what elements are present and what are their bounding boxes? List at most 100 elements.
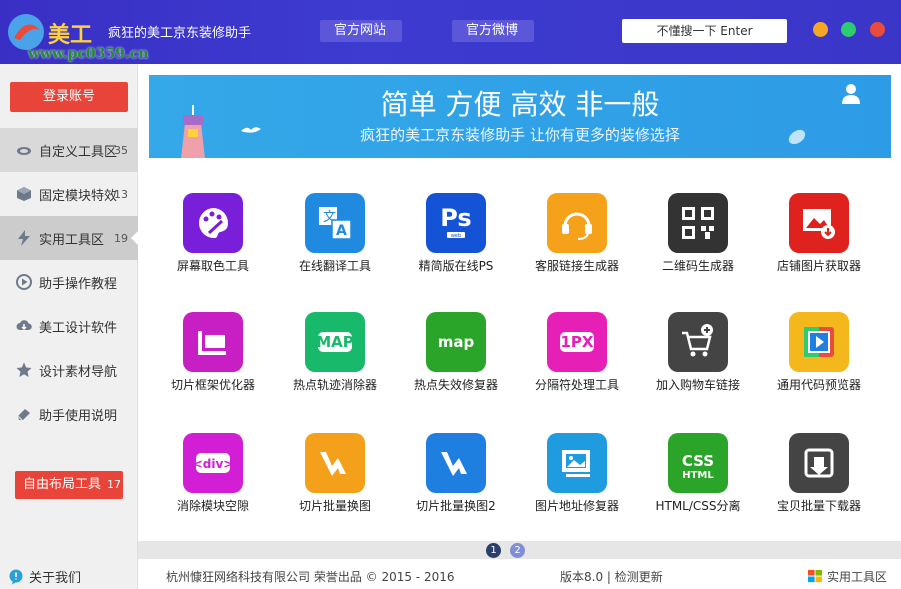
sidebar-item-custom-tools[interactable]: 自定义工具区 35 [0,128,138,172]
tool-label: 精简版在线PS [418,259,494,273]
sidebar-item-tutorial[interactable]: 助手操作教程 [0,260,138,304]
official-website-button[interactable]: 官方网站 [320,20,402,42]
tool-preview[interactable]: 通用代码预览器 [759,312,879,393]
lightning-swap-icon [305,433,365,493]
tool-cart-add[interactable]: 加入购物车链接 [638,312,758,393]
free-layout-button[interactable]: 自由布局工具 17 [15,471,123,499]
div-icon: <div> [183,433,243,493]
headset-icon [547,193,607,253]
app-title: 疯狂的美工京东装修助手 [108,26,252,41]
sidebar-item-fixed-modules[interactable]: 固定模块特效 13 [0,172,138,216]
svg-text:CSS: CSS [682,452,714,470]
sidebar-item-manual[interactable]: 助手使用说明 [0,392,138,436]
svg-text:A: A [336,223,347,239]
about-us-link[interactable]: 关于我们 [8,567,81,586]
sidebar-item-label: 自定义工具区 [39,144,118,160]
svg-text:1PX: 1PX [561,333,594,351]
translate-icon: 文A [305,193,365,253]
palette-icon [183,193,243,253]
user-icon[interactable] [841,83,861,105]
tool-label: 热点轨迹消除器 [292,378,377,392]
tool-label: 热点失效修复器 [413,378,498,392]
image-fix-icon [547,433,607,493]
free-layout-count: 17 [107,478,122,491]
tool-label: 加入购物车链接 [655,378,740,392]
tool-label: 切片批量换图 [298,499,371,513]
tool-css-html[interactable]: CSS HTML HTML/CSS分离 [638,433,758,514]
tool-lightning-swap[interactable]: 切片批量换图 [275,433,395,514]
item-count: 35 [114,143,128,157]
slice-frame-icon [183,312,243,372]
image-download-icon [789,193,849,253]
tool-label: 切片框架优化器 [170,378,255,392]
sidebar-item-design-software[interactable]: 美工设计软件 [0,304,138,348]
tool-qrcode[interactable]: 二维码生成器 [638,193,758,274]
pager-bar: 1 2 [138,541,901,559]
tool-label: 图片地址修复器 [534,499,619,513]
tool-div[interactable]: <div> 消除模块空隙 [153,433,273,514]
tool-translate[interactable]: 文 A 在线翻译工具 [275,193,395,274]
minimize-button[interactable] [813,22,828,37]
svg-text:<div>: <div> [194,457,232,471]
chat-bubble-icon [9,569,23,584]
tool-label: 切片批量换图2 [416,499,496,513]
tool-label: HTML/CSS分离 [655,499,741,513]
tool-headset[interactable]: 客服链接生成器 [517,193,637,274]
footer-copyright: 杭州慷狂网络科技有限公司 荣誉出品 © 2015 - 2016 [166,570,455,584]
tool-map[interactable]: MAP 热点轨迹消除器 [275,312,395,393]
svg-text:web: web [451,233,461,239]
tool-slice-frame[interactable]: 切片框架优化器 [153,312,273,393]
watermark: www.pc0359.cn [28,46,149,62]
banner-subtitle: 疯狂的美工京东装修助手 让你有更多的装修选择 [360,126,680,144]
sidebar-item-label: 固定模块特效 [39,188,118,204]
svg-text:MAP: MAP [316,333,354,351]
item-count: 19 [114,231,128,245]
banner-title: 简单 方便 高效 非一般 [380,88,660,121]
map-check-icon: map [426,312,486,372]
page-1-button[interactable]: 1 [486,543,501,558]
version-check-update[interactable]: 版本8.0 | 检测更新 [560,568,663,585]
cart-add-icon [668,312,728,372]
tool-separator[interactable]: 1PX 分隔符处理工具 [517,312,637,393]
sidebar-item-utility-tools[interactable]: 实用工具区 19 [0,216,139,260]
free-layout-label: 自由布局工具 [23,477,102,492]
tool-label: 屏幕取色工具 [176,259,249,273]
tool-label: 分隔符处理工具 [534,378,619,392]
sidebar-item-label: 设计素材导航 [39,364,118,380]
photoshop-icon: Ps web [426,193,486,253]
tool-label: 消除模块空隙 [176,499,249,513]
separator-icon: 1PX [547,312,607,372]
svg-text:map: map [438,333,475,351]
tool-image-download[interactable]: 店铺图片获取器 [759,193,879,274]
eraser-icon [17,409,30,421]
cloud-download-icon [16,320,32,331]
search-input[interactable]: 不懂搜一下 Enter [622,19,787,43]
login-button[interactable]: 登录账号 [10,82,128,112]
sidebar-item-label: 美工设计软件 [39,320,118,336]
cloud-icon [17,147,31,155]
tool-label: 通用代码预览器 [776,378,861,392]
footer-area-label: 实用工具区 [827,570,888,584]
maximize-button[interactable] [841,22,856,37]
sidebar-item-label: 助手使用说明 [39,408,118,424]
tool-image-fix[interactable]: 图片地址修复器 [517,433,637,514]
close-button[interactable] [870,22,885,37]
tool-map-check[interactable]: map 热点失效修复器 [396,312,516,393]
tool-lightning-swap[interactable]: 切片批量换图2 [396,433,516,514]
windows-logo-icon [808,569,823,583]
star-icon [16,362,32,377]
map-icon: MAP [305,312,365,372]
official-weibo-button[interactable]: 官方微博 [452,20,534,42]
tool-palette[interactable]: 屏幕取色工具 [153,193,273,274]
item-count: 13 [114,187,128,201]
page-2-button[interactable]: 2 [510,543,525,558]
qrcode-icon [668,193,728,253]
lightning-swap-icon [426,433,486,493]
svg-text:美工: 美工 [48,22,92,48]
cube-icon [17,187,31,201]
tool-photoshop[interactable]: Ps web 精简版在线PS [396,193,516,274]
sidebar-item-material-nav[interactable]: 设计素材导航 [0,348,138,392]
tool-label: 宝贝批量下载器 [776,499,861,513]
banner: 简单 方便 高效 非一般 疯狂的美工京东装修助手 让你有更多的装修选择 [149,75,891,158]
tool-download[interactable]: 宝贝批量下载器 [759,433,879,514]
